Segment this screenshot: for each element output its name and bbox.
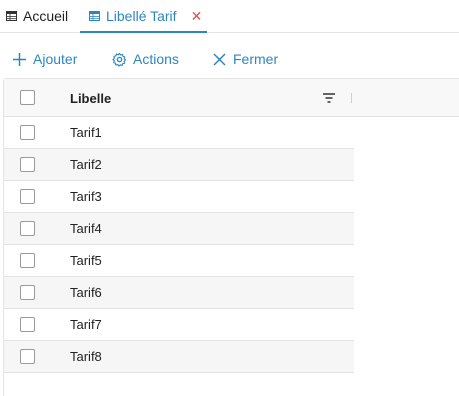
row-label: Tarif2 [70,157,102,172]
row-checkbox[interactable] [20,125,35,140]
close-button[interactable]: Fermer [212,44,278,74]
column-header-libelle[interactable]: Libelle [70,79,111,117]
actions-button[interactable]: Actions [112,44,179,74]
table-row[interactable]: Tarif6 [4,277,354,309]
row-label: Tarif5 [70,253,102,268]
row-checkbox[interactable] [20,221,35,236]
tab-libelle-tarif-label: Libellé Tarif [106,8,177,24]
table-row[interactable]: Tarif8 [4,341,354,373]
data-grid: Libelle Tarif1 Tarif2 Tarif3 Tarif4 Tari… [3,78,459,396]
row-label: Tarif8 [70,349,102,364]
row-label: Tarif4 [70,221,102,236]
table-row[interactable]: Tarif5 [4,245,354,277]
toolbar: Ajouter Actions Fermer [0,44,459,74]
filter-icon[interactable] [322,91,336,105]
gear-icon [112,52,127,67]
add-button-label: Ajouter [33,51,78,67]
column-resize-handle[interactable] [351,93,352,103]
table-row[interactable]: Tarif3 [4,181,354,213]
select-all-checkbox[interactable] [20,90,35,105]
table-row[interactable]: Tarif1 [4,117,354,149]
table-row[interactable]: Tarif2 [4,149,354,181]
actions-button-label: Actions [133,51,179,67]
row-checkbox[interactable] [20,253,35,268]
table-row[interactable]: Tarif4 [4,213,354,245]
row-label: Tarif6 [70,285,102,300]
row-label: Tarif3 [70,189,102,204]
row-checkbox[interactable] [20,317,35,332]
add-button[interactable]: Ajouter [12,44,77,74]
grid-header: Libelle [4,79,459,117]
grid-rows: Tarif1 Tarif2 Tarif3 Tarif4 Tarif5 Tarif… [4,117,354,373]
row-checkbox[interactable] [20,349,35,364]
tab-bar: Accueil Libellé Tarif ✕ [0,0,459,33]
row-checkbox[interactable] [20,189,35,204]
plus-icon [13,52,26,66]
tab-accueil[interactable]: Accueil [6,0,68,32]
close-button-label: Fermer [233,51,279,67]
row-checkbox[interactable] [20,157,35,172]
row-label: Tarif7 [70,317,102,332]
table-icon [6,11,17,21]
tab-accueil-label: Accueil [23,8,69,24]
tab-close-icon[interactable]: ✕ [191,9,203,23]
row-label: Tarif1 [70,125,102,140]
table-icon [89,11,100,21]
close-icon [213,52,226,66]
tab-libelle-tarif[interactable]: Libellé Tarif ✕ [80,0,207,33]
row-checkbox[interactable] [20,285,35,300]
table-row[interactable]: Tarif7 [4,309,354,341]
